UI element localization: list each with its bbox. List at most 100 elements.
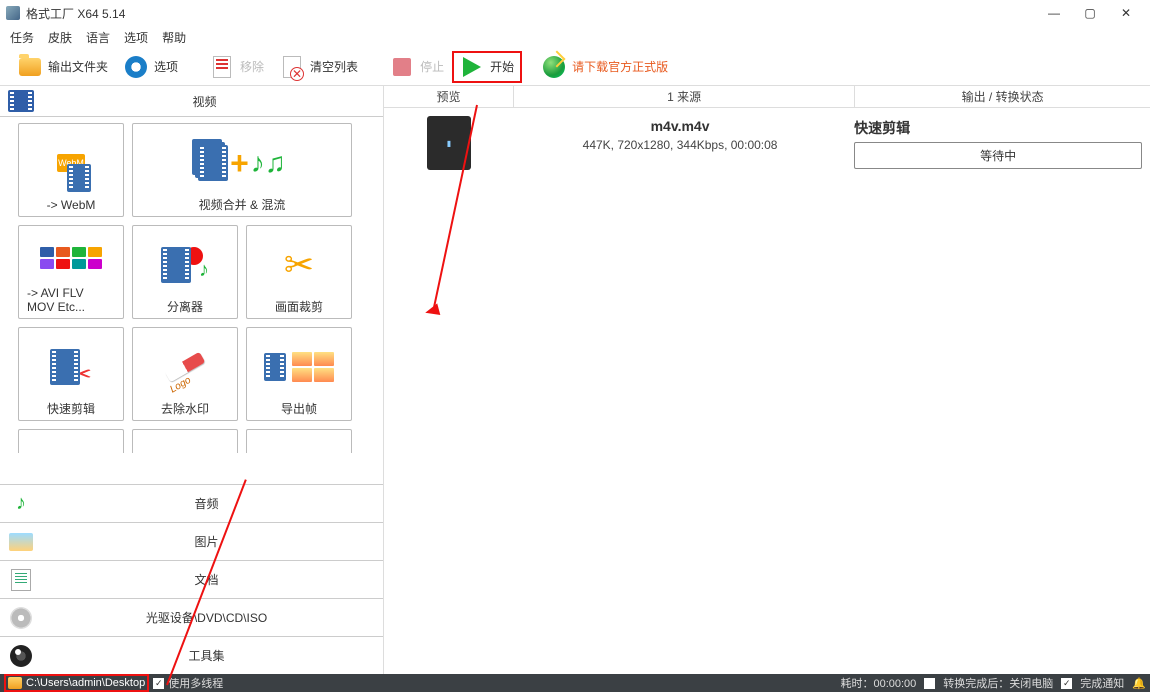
menu-skin[interactable]: 皮肤	[48, 29, 72, 46]
clear-list-button[interactable]: 清空列表	[272, 51, 366, 83]
stop-button[interactable]: 停止	[382, 51, 452, 83]
play-icon	[463, 57, 481, 77]
shutdown-after-checkbox[interactable]: ✓	[924, 678, 935, 689]
stop-icon	[393, 58, 411, 76]
document-category-label: 文档	[38, 571, 375, 588]
task-status: 等待中	[854, 142, 1142, 169]
category-strip-document[interactable]: 文档	[0, 560, 383, 598]
col-header-source[interactable]: 1 来源	[514, 86, 855, 107]
download-official-button[interactable]: 请下载官方正式版	[534, 51, 676, 83]
film-icon	[264, 353, 286, 381]
film-icon	[161, 247, 191, 283]
col-header-preview[interactable]: 预览	[384, 86, 514, 107]
maximize-button[interactable]: ▢	[1080, 3, 1100, 23]
left-panel: 视频 WebM -> WebM + ♪♫ 视频合并 & 混流	[0, 86, 384, 674]
tools-icon	[10, 645, 32, 667]
tile-quick-cut-label: 快速剪辑	[47, 402, 95, 416]
multithread-label: 使用多线程	[168, 675, 223, 691]
tile-merge-mux[interactable]: + ♪♫ 视频合并 & 混流	[132, 123, 352, 217]
menu-options[interactable]: 选项	[124, 29, 148, 46]
disc-category-label: 光驱设备\DVD\CD\ISO	[38, 609, 375, 626]
music-note-icon: ♪♫	[251, 147, 286, 179]
plus-icon: +	[230, 145, 249, 182]
tile-separator-label: 分离器	[167, 300, 203, 314]
multithread-checkbox[interactable]: ✓	[153, 678, 164, 689]
tile-remove-watermark[interactable]: 去除水印	[132, 327, 238, 421]
category-strip-audio[interactable]: ♪ 音频	[0, 484, 383, 522]
toolbar: 输出文件夹 选项 移除 清空列表 停止 开始 请下载官方正式版	[0, 48, 1150, 86]
start-button[interactable]: 开始	[452, 51, 522, 83]
category-strip-image[interactable]: 图片	[0, 522, 383, 560]
menu-language[interactable]: 语言	[86, 29, 110, 46]
task-thumbnail: ▮	[427, 116, 471, 170]
clear-list-label: 清空列表	[310, 58, 358, 75]
output-folder-label: 输出文件夹	[48, 58, 108, 75]
elapsed-value: 00:00:00	[873, 678, 916, 690]
output-path-button[interactable]: C:\Users\admin\Desktop	[4, 674, 149, 692]
menu-bar: 任务 皮肤 语言 选项 帮助	[0, 26, 1150, 48]
output-path-text: C:\Users\admin\Desktop	[26, 677, 145, 689]
tile-quick-cut[interactable]: ✂ 快速剪辑	[18, 327, 124, 421]
scissors-icon: ✂	[284, 244, 314, 286]
app-icon	[6, 6, 20, 20]
thumbnails-icon	[292, 352, 334, 382]
folder-icon	[19, 58, 41, 76]
tile-remove-watermark-label: 去除水印	[161, 402, 209, 416]
category-strip-tools[interactable]: 工具集	[0, 636, 383, 674]
completion-notify-checkbox[interactable]: ✓	[1061, 678, 1072, 689]
tile-to-webm[interactable]: WebM -> WebM	[18, 123, 124, 217]
options-label: 选项	[154, 58, 178, 75]
image-category-label: 图片	[38, 533, 375, 550]
film-icon	[198, 145, 228, 181]
tile-export-frames[interactable]: 导出帧	[246, 327, 352, 421]
task-meta: 447K, 720x1280, 344Kbps, 00:00:08	[514, 138, 846, 152]
task-filename: m4v.m4v	[514, 118, 846, 134]
gear-icon	[125, 56, 147, 78]
task-operation: 快速剪辑	[854, 118, 1142, 138]
right-panel: 预览 1 来源 输出 / 转换状态 ▮ m4v.m4v 447K, 720x12…	[384, 86, 1150, 674]
document-remove-icon	[213, 56, 231, 78]
tile-merge-mux-label: 视频合并 & 混流	[199, 198, 286, 212]
title-bar: 格式工厂 X64 5.14 — ▢ ✕	[0, 0, 1150, 26]
task-column-headers: 预览 1 来源 输出 / 转换状态	[384, 86, 1150, 108]
audio-category-label: 音频	[38, 495, 375, 512]
minimize-button[interactable]: —	[1044, 3, 1064, 23]
category-header-video[interactable]: 视频	[0, 86, 383, 117]
task-row[interactable]: ▮ m4v.m4v 447K, 720x1280, 344Kbps, 00:00…	[384, 108, 1150, 176]
document-icon	[11, 569, 31, 591]
menu-help[interactable]: 帮助	[162, 29, 186, 46]
folder-icon	[8, 677, 22, 689]
status-bar: C:\Users\admin\Desktop ✓ 使用多线程 耗时：00:00:…	[0, 674, 1150, 692]
shutdown-after-label: 转换完成后：关闭电脑	[943, 675, 1053, 691]
video-category-icon	[8, 90, 34, 112]
image-icon	[9, 533, 33, 551]
category-strip-disc[interactable]: 光驱设备\DVD\CD\ISO	[0, 598, 383, 636]
tile-to-avi-etc[interactable]: -> AVI FLV MOV Etc...	[18, 225, 124, 319]
start-label: 开始	[490, 58, 514, 75]
tile-partial-2[interactable]	[132, 429, 238, 453]
disc-icon	[10, 607, 32, 629]
music-note-icon: ♪	[16, 492, 26, 515]
output-folder-button[interactable]: 输出文件夹	[10, 51, 116, 83]
options-button[interactable]: 选项	[116, 51, 186, 83]
tile-separator[interactable]: ♪ 分离器	[132, 225, 238, 319]
film-icon	[50, 349, 80, 385]
remove-button[interactable]: 移除	[202, 51, 272, 83]
tile-to-avi-etc-label1: -> AVI FLV	[27, 286, 119, 300]
tile-crop[interactable]: ✂ 画面裁剪	[246, 225, 352, 319]
tools-category-label: 工具集	[38, 647, 375, 664]
video-category-label: 视频	[34, 93, 375, 110]
tile-to-avi-etc-label2: MOV Etc...	[27, 300, 119, 314]
tile-partial-1[interactable]	[18, 429, 124, 453]
close-button[interactable]: ✕	[1116, 3, 1136, 23]
document-clear-icon	[283, 56, 301, 78]
menu-tasks[interactable]: 任务	[10, 29, 34, 46]
tile-export-frames-label: 导出帧	[281, 402, 317, 416]
tile-partial-3[interactable]	[246, 429, 352, 453]
download-official-label: 请下载官方正式版	[572, 58, 668, 75]
stop-label: 停止	[420, 58, 444, 75]
globe-download-icon	[543, 56, 565, 78]
col-header-output[interactable]: 输出 / 转换状态	[855, 86, 1150, 107]
elapsed-label: 耗时：	[840, 678, 873, 690]
tile-crop-label: 画面裁剪	[275, 300, 323, 314]
